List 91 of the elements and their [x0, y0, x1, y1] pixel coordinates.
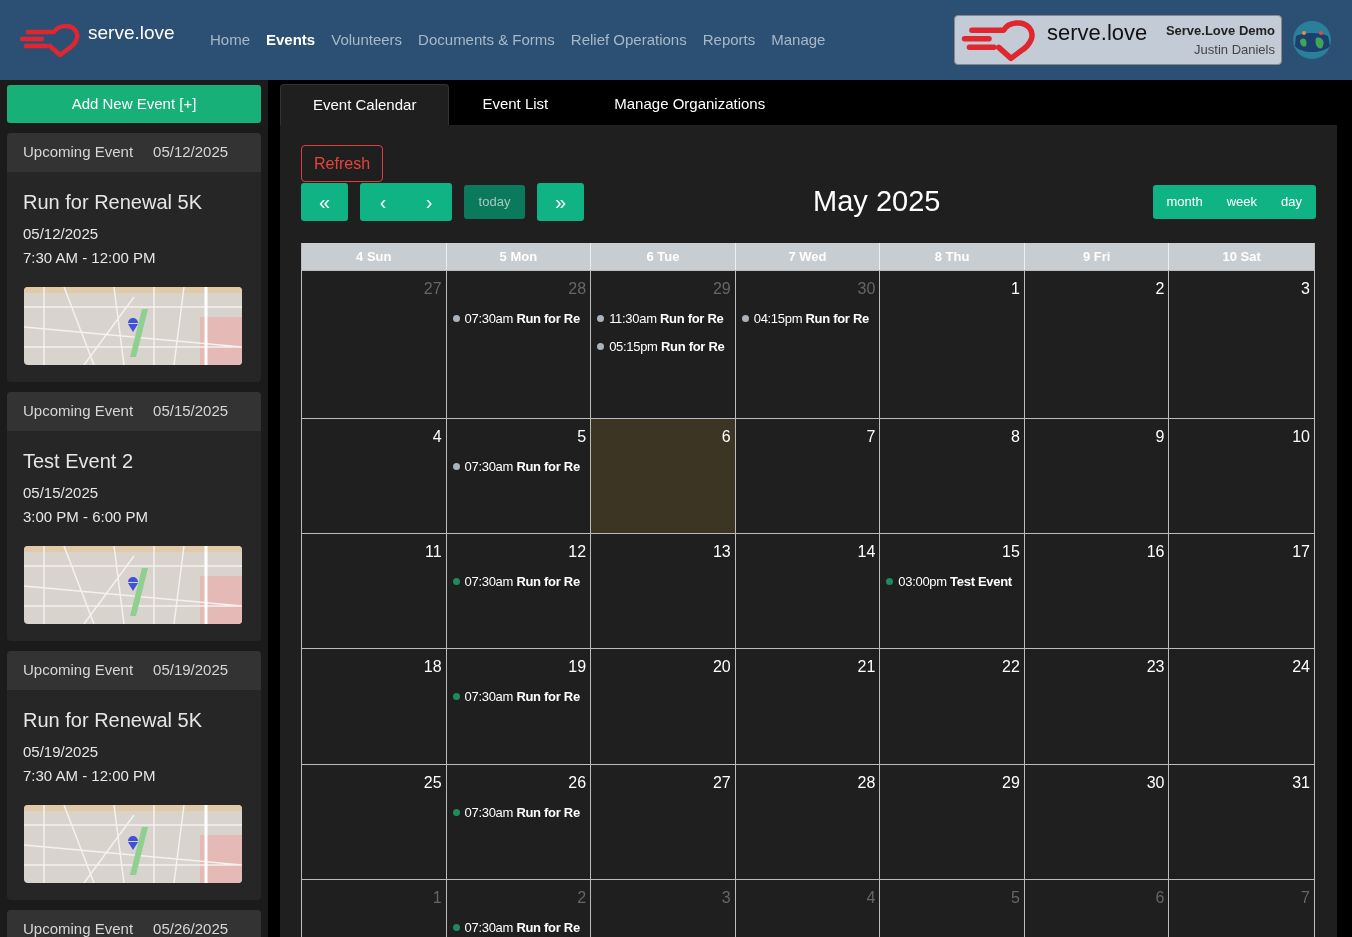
card-date: 05/19/2025 [153, 660, 229, 681]
day-number: 6 [1155, 888, 1166, 908]
event-card[interactable]: Upcoming Event 05/19/2025 Run for Renewal 5K 05/19/2025 7:30 AM - 12:00 PM [7, 651, 261, 900]
day-number: 19 [568, 657, 588, 677]
logo-text: serve.love [1047, 18, 1148, 47]
calendar-event[interactable]: 07:30am Run for Re [464, 309, 580, 329]
day-number: 3 [721, 888, 732, 908]
month-title: May 2025 [812, 184, 942, 220]
card-date: 05/26/2025 [153, 919, 229, 937]
day-number: 1 [432, 888, 443, 908]
card-date: 05/15/2025 [153, 401, 229, 422]
day-cell[interactable]: 6 [591, 419, 736, 533]
day-number: 7 [1301, 888, 1311, 908]
calendar-event[interactable]: 07:30am Run for Re [464, 918, 580, 937]
day-number: 25 [423, 773, 443, 793]
event-card[interactable]: Upcoming Event 05/15/2025 Test Event 2 05/15/2025 3:00 PM - 6:00 PM [7, 392, 261, 641]
card-label: Upcoming Event [23, 660, 134, 681]
day-number: 28 [568, 279, 588, 299]
calendar-event[interactable]: 03:00pm Test Event [898, 572, 1012, 592]
day-number: 12 [568, 542, 588, 562]
card-label: Upcoming Event [23, 142, 134, 163]
day-number: 1 [1010, 279, 1021, 299]
day-number: 4 [432, 427, 443, 447]
calendar-event[interactable]: 05:15pm Run for Re [609, 336, 725, 356]
day-number: 5 [577, 427, 588, 447]
nav-link[interactable]: Volunteers [331, 28, 403, 52]
day-number: 14 [857, 542, 877, 562]
event-time: 3:00 PM - 6:00 PM [22, 507, 150, 527]
day-number: 23 [1146, 657, 1166, 677]
calendar-event[interactable]: 11:30am Run for Re [609, 309, 724, 329]
day-number: 18 [423, 657, 443, 677]
day-number: 5 [1010, 888, 1021, 908]
brand-name: serve.love [88, 20, 175, 45]
day-number: 29 [712, 279, 732, 299]
nav-link[interactable]: Manage [771, 28, 826, 52]
nav-link[interactable]: Home [210, 28, 250, 52]
event-title: Test Event 2 [22, 449, 135, 473]
event-card[interactable]: Upcoming Event 05/12/2025 Run for Renewal 5K 05/12/2025 7:30 AM - 12:00 PM [7, 133, 261, 382]
day-number: 2 [577, 888, 588, 908]
card-label: Upcoming Event [23, 919, 134, 937]
event-date: 05/12/2025 [22, 224, 100, 244]
event-card[interactable]: Upcoming Event 05/26/2025 [7, 910, 261, 937]
refresh-button[interactable]: Refresh [301, 145, 384, 182]
event-time: 7:30 AM - 12:00 PM [22, 248, 157, 268]
nav-link[interactable]: Documents & Forms [418, 28, 555, 52]
day-number: 9 [1155, 427, 1166, 447]
day-number: 7 [866, 427, 877, 447]
heart-logo-icon [20, 22, 82, 58]
card-label: Upcoming Event [23, 401, 134, 422]
day-number: 29 [1002, 773, 1021, 793]
day-number: 27 [423, 279, 443, 299]
day-number: 10 [1292, 427, 1311, 447]
day-number: 20 [712, 657, 732, 677]
day-number: 2 [1155, 279, 1166, 299]
day-number: 3 [1301, 279, 1311, 299]
day-number: 16 [1146, 542, 1166, 562]
user-name: Justin Daniels [1194, 41, 1275, 59]
event-title: Run for Renewal 5K [22, 190, 203, 214]
calendar-event[interactable]: 04:15pm Run for Re [753, 309, 869, 329]
day-number: 6 [721, 427, 732, 447]
event-date: 05/19/2025 [22, 742, 100, 762]
card-date: 05/12/2025 [153, 142, 229, 163]
globe-avatar-icon[interactable] [1292, 20, 1332, 60]
event-time: 7:30 AM - 12:00 PM [22, 766, 157, 786]
event-date: 05/15/2025 [22, 483, 100, 503]
event-title: Run for Renewal 5K [22, 708, 203, 732]
day-number: 27 [712, 773, 732, 793]
nav-link[interactable]: Events [266, 28, 316, 52]
day-number: 24 [1292, 657, 1311, 677]
organization-name: Serve.Love Demo [1165, 21, 1275, 40]
day-number: 26 [568, 773, 588, 793]
tab[interactable]: Event Calendar [280, 84, 450, 125]
day-number: 28 [857, 773, 877, 793]
day-number: 4 [866, 888, 877, 908]
account-card[interactable]: serve.love Serve.Love Demo Justin Daniels [954, 15, 1282, 65]
day-number: 17 [1292, 542, 1311, 562]
day-number: 30 [857, 279, 877, 299]
day-number: 15 [1002, 542, 1021, 562]
day-number: 30 [1146, 773, 1166, 793]
calendar-event[interactable]: 07:30am Run for Re [464, 572, 580, 592]
day-number: 11 [424, 542, 443, 562]
calendar-event[interactable]: 07:30am Run for Re [464, 803, 580, 823]
day-number: 31 [1292, 773, 1311, 793]
day-number: 8 [1010, 427, 1021, 447]
calendar-event[interactable]: 07:30am Run for Re [464, 457, 580, 477]
nav-link[interactable]: Relief Operations [570, 28, 687, 52]
day-number: 13 [712, 542, 732, 562]
day-number: 21 [857, 657, 877, 677]
nav-link[interactable]: Reports [702, 28, 756, 52]
day-number: 22 [1002, 657, 1021, 677]
calendar-event[interactable]: 07:30am Run for Re [464, 687, 580, 707]
